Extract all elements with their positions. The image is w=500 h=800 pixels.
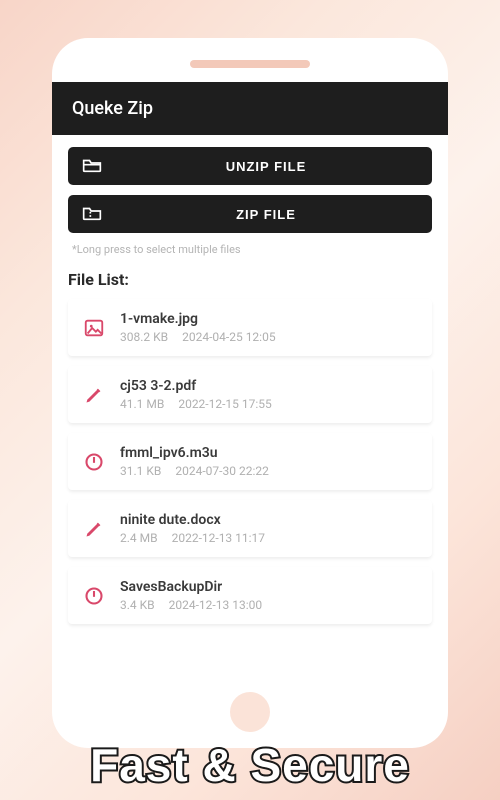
file-item[interactable]: fmml_ipv6.m3u 31.1 KB 2024-07-30 22:22 bbox=[68, 433, 432, 490]
file-subline: 41.1 MB 2022-12-15 17:55 bbox=[120, 397, 418, 411]
file-date: 2022-12-15 17:55 bbox=[178, 397, 271, 411]
file-name: cj53 3-2.pdf bbox=[120, 378, 418, 394]
file-size: 2.4 MB bbox=[120, 531, 158, 545]
file-meta: fmml_ipv6.m3u 31.1 KB 2024-07-30 22:22 bbox=[120, 445, 418, 478]
file-list-title: File List: bbox=[68, 270, 432, 289]
file-size: 41.1 MB bbox=[120, 397, 164, 411]
file-size: 31.1 KB bbox=[120, 464, 161, 478]
file-date: 2024-12-13 13:00 bbox=[169, 598, 262, 612]
file-date: 2024-07-30 22:22 bbox=[175, 464, 268, 478]
file-meta: cj53 3-2.pdf 41.1 MB 2022-12-15 17:55 bbox=[120, 378, 418, 411]
file-subline: 31.1 KB 2024-07-30 22:22 bbox=[120, 464, 418, 478]
file-name: fmml_ipv6.m3u bbox=[120, 445, 418, 461]
file-subline: 3.4 KB 2024-12-13 13:00 bbox=[120, 598, 418, 612]
content-area: UNZIP FILE ZIP FILE *Long press to selec… bbox=[52, 135, 448, 748]
file-size: 308.2 KB bbox=[120, 330, 168, 344]
file-item[interactable]: SavesBackupDir 3.4 KB 2024-12-13 13:00 bbox=[68, 567, 432, 624]
file-item[interactable]: ninite dute.docx 2.4 MB 2022-12-13 11:17 bbox=[68, 500, 432, 557]
image-icon bbox=[82, 316, 106, 340]
zip-label: ZIP FILE bbox=[114, 207, 418, 222]
file-date: 2024-04-25 12:05 bbox=[182, 330, 275, 344]
file-meta: 1-vmake.jpg 308.2 KB 2024-04-25 12:05 bbox=[120, 311, 418, 344]
file-meta: SavesBackupDir 3.4 KB 2024-12-13 13:00 bbox=[120, 579, 418, 612]
app-titlebar: Queke Zip bbox=[52, 82, 448, 135]
file-size: 3.4 KB bbox=[120, 598, 155, 612]
folder-open-icon bbox=[82, 158, 102, 174]
file-name: 1-vmake.jpg bbox=[120, 311, 418, 327]
home-button[interactable] bbox=[230, 692, 270, 732]
file-item[interactable]: 1-vmake.jpg 308.2 KB 2024-04-25 12:05 bbox=[68, 299, 432, 356]
file-subline: 2.4 MB 2022-12-13 11:17 bbox=[120, 531, 418, 545]
file-list: 1-vmake.jpg 308.2 KB 2024-04-25 12:05 cj53 … bbox=[68, 299, 432, 624]
tagline-text: Fast & Secure bbox=[0, 742, 500, 788]
file-name: ninite dute.docx bbox=[120, 512, 418, 528]
pencil-icon bbox=[82, 517, 106, 541]
file-meta: ninite dute.docx 2.4 MB 2022-12-13 11:17 bbox=[120, 512, 418, 545]
file-date: 2022-12-13 11:17 bbox=[172, 531, 265, 545]
power-icon bbox=[82, 584, 106, 608]
file-name: SavesBackupDir bbox=[120, 579, 418, 595]
app-title: Queke Zip bbox=[72, 98, 153, 119]
hint-text: *Long press to select multiple files bbox=[72, 243, 432, 256]
pencil-icon bbox=[82, 383, 106, 407]
power-icon bbox=[82, 450, 106, 474]
unzip-button[interactable]: UNZIP FILE bbox=[68, 147, 432, 185]
file-item[interactable]: cj53 3-2.pdf 41.1 MB 2022-12-15 17:55 bbox=[68, 366, 432, 423]
phone-speaker bbox=[190, 60, 310, 68]
phone-frame: Queke Zip UNZIP FILE ZIP FILE *Long pres… bbox=[52, 38, 448, 748]
file-subline: 308.2 KB 2024-04-25 12:05 bbox=[120, 330, 418, 344]
zip-folder-icon bbox=[82, 206, 102, 222]
unzip-label: UNZIP FILE bbox=[114, 159, 418, 174]
zip-button[interactable]: ZIP FILE bbox=[68, 195, 432, 233]
